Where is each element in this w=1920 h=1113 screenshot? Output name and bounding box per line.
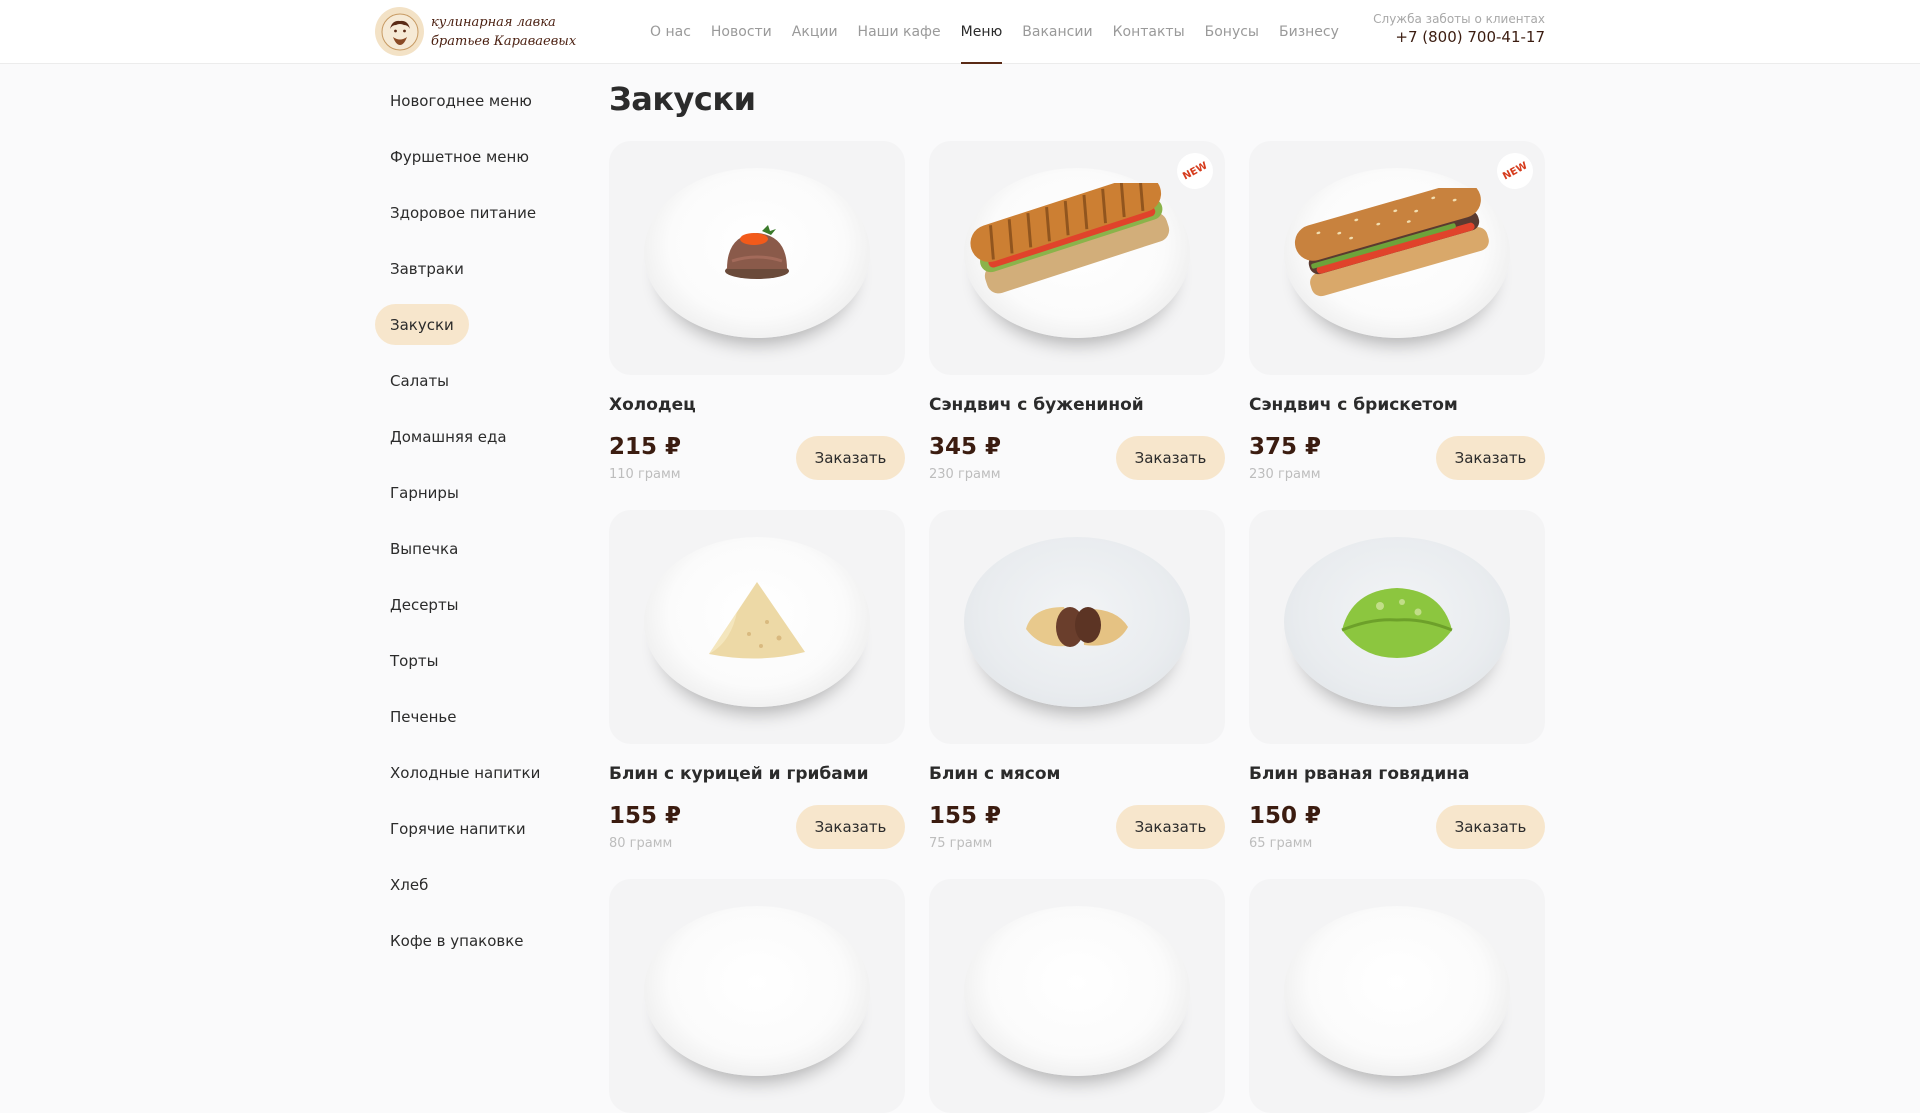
product-image[interactable] (929, 510, 1225, 744)
nav-bonuses[interactable]: Бонусы (1205, 0, 1259, 64)
nav-about[interactable]: О нас (650, 0, 691, 64)
product-weight: 230 грамм (929, 467, 1001, 482)
product-price: 150 ₽ (1249, 803, 1322, 829)
plate-icon (644, 906, 870, 1076)
product-price: 155 ₽ (929, 803, 1002, 829)
nav-news[interactable]: Новости (711, 0, 772, 64)
meat-crepe-plate-icon (964, 537, 1190, 707)
product-name: Блин рваная говядина (1249, 764, 1470, 784)
product-card: Блин с курицей и грибами 155 ₽ 80 грамм … (609, 510, 905, 851)
product-name: Блин с мясом (929, 764, 1061, 784)
green-dumpling-plate-icon (1284, 537, 1510, 707)
nav-menu[interactable]: Меню (960, 0, 1002, 64)
product-card (929, 879, 1225, 1113)
product-price: 345 ₽ (929, 434, 1002, 460)
product-grid: Холодец 215 ₽ 110 грамм Заказать NEW Сэн… (609, 141, 1545, 1113)
nav-promotions[interactable]: Акции (792, 0, 838, 64)
order-button[interactable]: Заказать (1436, 436, 1545, 480)
product-card: Холодец 215 ₽ 110 грамм Заказать (609, 141, 905, 482)
sesame-sandwich-plate-icon (1284, 168, 1510, 338)
product-image[interactable] (1249, 510, 1545, 744)
product-card (609, 879, 905, 1113)
category-healthy-food[interactable]: Здоровое питание (375, 192, 551, 233)
category-garnishes[interactable]: Гарниры (375, 472, 474, 513)
nav-vacancies[interactable]: Вакансии (1022, 0, 1092, 64)
category-bread[interactable]: Хлеб (375, 864, 443, 905)
category-pastry[interactable]: Выпечка (375, 528, 473, 569)
nav-business[interactable]: Бизнесу (1279, 0, 1339, 64)
product-card: NEW Сэндвич с бужениной 345 ₽ 230 грамм … (929, 141, 1225, 482)
product-weight: 110 грамм (609, 467, 681, 482)
product-image[interactable] (609, 879, 905, 1113)
product-image[interactable]: NEW (1249, 141, 1545, 375)
crepe-triangle-plate-icon (644, 537, 870, 707)
product-name: Холодец (609, 395, 696, 415)
product-weight: 230 грамм (1249, 467, 1321, 482)
category-cakes[interactable]: Торты (375, 640, 453, 681)
category-desserts[interactable]: Десерты (375, 584, 474, 625)
customer-support: Служба заботы о клиентах +7 (800) 700-41… (1373, 12, 1545, 46)
product-name: Сэндвич с брискетом (1249, 395, 1458, 415)
category-buffet-menu[interactable]: Фуршетное меню (375, 136, 544, 177)
order-button[interactable]: Заказать (796, 805, 905, 849)
nav-contacts[interactable]: Контакты (1113, 0, 1185, 64)
product-image[interactable] (1249, 879, 1545, 1113)
plate-icon (1284, 906, 1510, 1076)
product-price: 155 ₽ (609, 803, 682, 829)
product-weight: 75 грамм (929, 836, 993, 851)
product-weight: 80 грамм (609, 836, 673, 851)
support-phone-link[interactable]: +7 (800) 700-41-17 (1373, 28, 1545, 46)
product-image[interactable] (609, 510, 905, 744)
page-title: Закуски (609, 80, 756, 118)
product-name: Блин с курицей и грибами (609, 764, 869, 784)
category-cookies[interactable]: Печенье (375, 696, 471, 737)
order-button[interactable]: Заказать (1116, 436, 1225, 480)
category-packaged-coffee[interactable]: Кофе в упаковке (375, 920, 539, 961)
main-nav: О нас Новости Акции Наши кафе Меню Вакан… (650, 0, 1339, 64)
product-price: 375 ₽ (1249, 434, 1322, 460)
brothers-portrait-icon (375, 7, 424, 56)
product-weight: 65 грамм (1249, 836, 1313, 851)
category-hot-drinks[interactable]: Горячие напитки (375, 808, 541, 849)
product-card: NEW Сэндвич с брискетом 375 ₽ 230 грамм … (1249, 141, 1545, 482)
category-new-year-menu[interactable]: Новогоднее меню (375, 80, 547, 121)
aspic-plate-icon (644, 168, 870, 338)
grilled-sandwich-plate-icon (964, 168, 1190, 338)
category-breakfasts[interactable]: Завтраки (375, 248, 479, 289)
site-header: кулинарная лавка братьев Караваевых О на… (0, 0, 1920, 64)
nav-cafes[interactable]: Наши кафе (858, 0, 941, 64)
category-cold-drinks[interactable]: Холодные напитки (375, 752, 555, 793)
product-card: Блин рваная говядина 150 ₽ 65 грамм Зака… (1249, 510, 1545, 851)
plate-icon (964, 906, 1190, 1076)
product-image[interactable]: NEW (929, 141, 1225, 375)
brand-name-line1: кулинарная лавка (431, 14, 556, 30)
product-name: Сэндвич с бужениной (929, 395, 1144, 415)
support-label: Служба заботы о клиентах (1373, 12, 1545, 26)
order-button[interactable]: Заказать (1436, 805, 1545, 849)
product-card (1249, 879, 1545, 1113)
product-card: Блин с мясом 155 ₽ 75 грамм Заказать (929, 510, 1225, 851)
category-sidebar: Новогоднее меню Фуршетное меню Здоровое … (375, 80, 565, 976)
order-button[interactable]: Заказать (1116, 805, 1225, 849)
brand-name: кулинарная лавка братьев Караваевых (431, 13, 576, 51)
brand-name-line2: братьев Караваевых (431, 33, 577, 49)
product-price: 215 ₽ (609, 434, 682, 460)
category-snacks[interactable]: Закуски (375, 304, 469, 345)
category-home-food[interactable]: Домашняя еда (375, 416, 522, 457)
product-image[interactable] (929, 879, 1225, 1113)
brand-logo[interactable]: кулинарная лавка братьев Караваевых (375, 7, 576, 56)
product-image[interactable] (609, 141, 905, 375)
category-salads[interactable]: Салаты (375, 360, 464, 401)
order-button[interactable]: Заказать (796, 436, 905, 480)
